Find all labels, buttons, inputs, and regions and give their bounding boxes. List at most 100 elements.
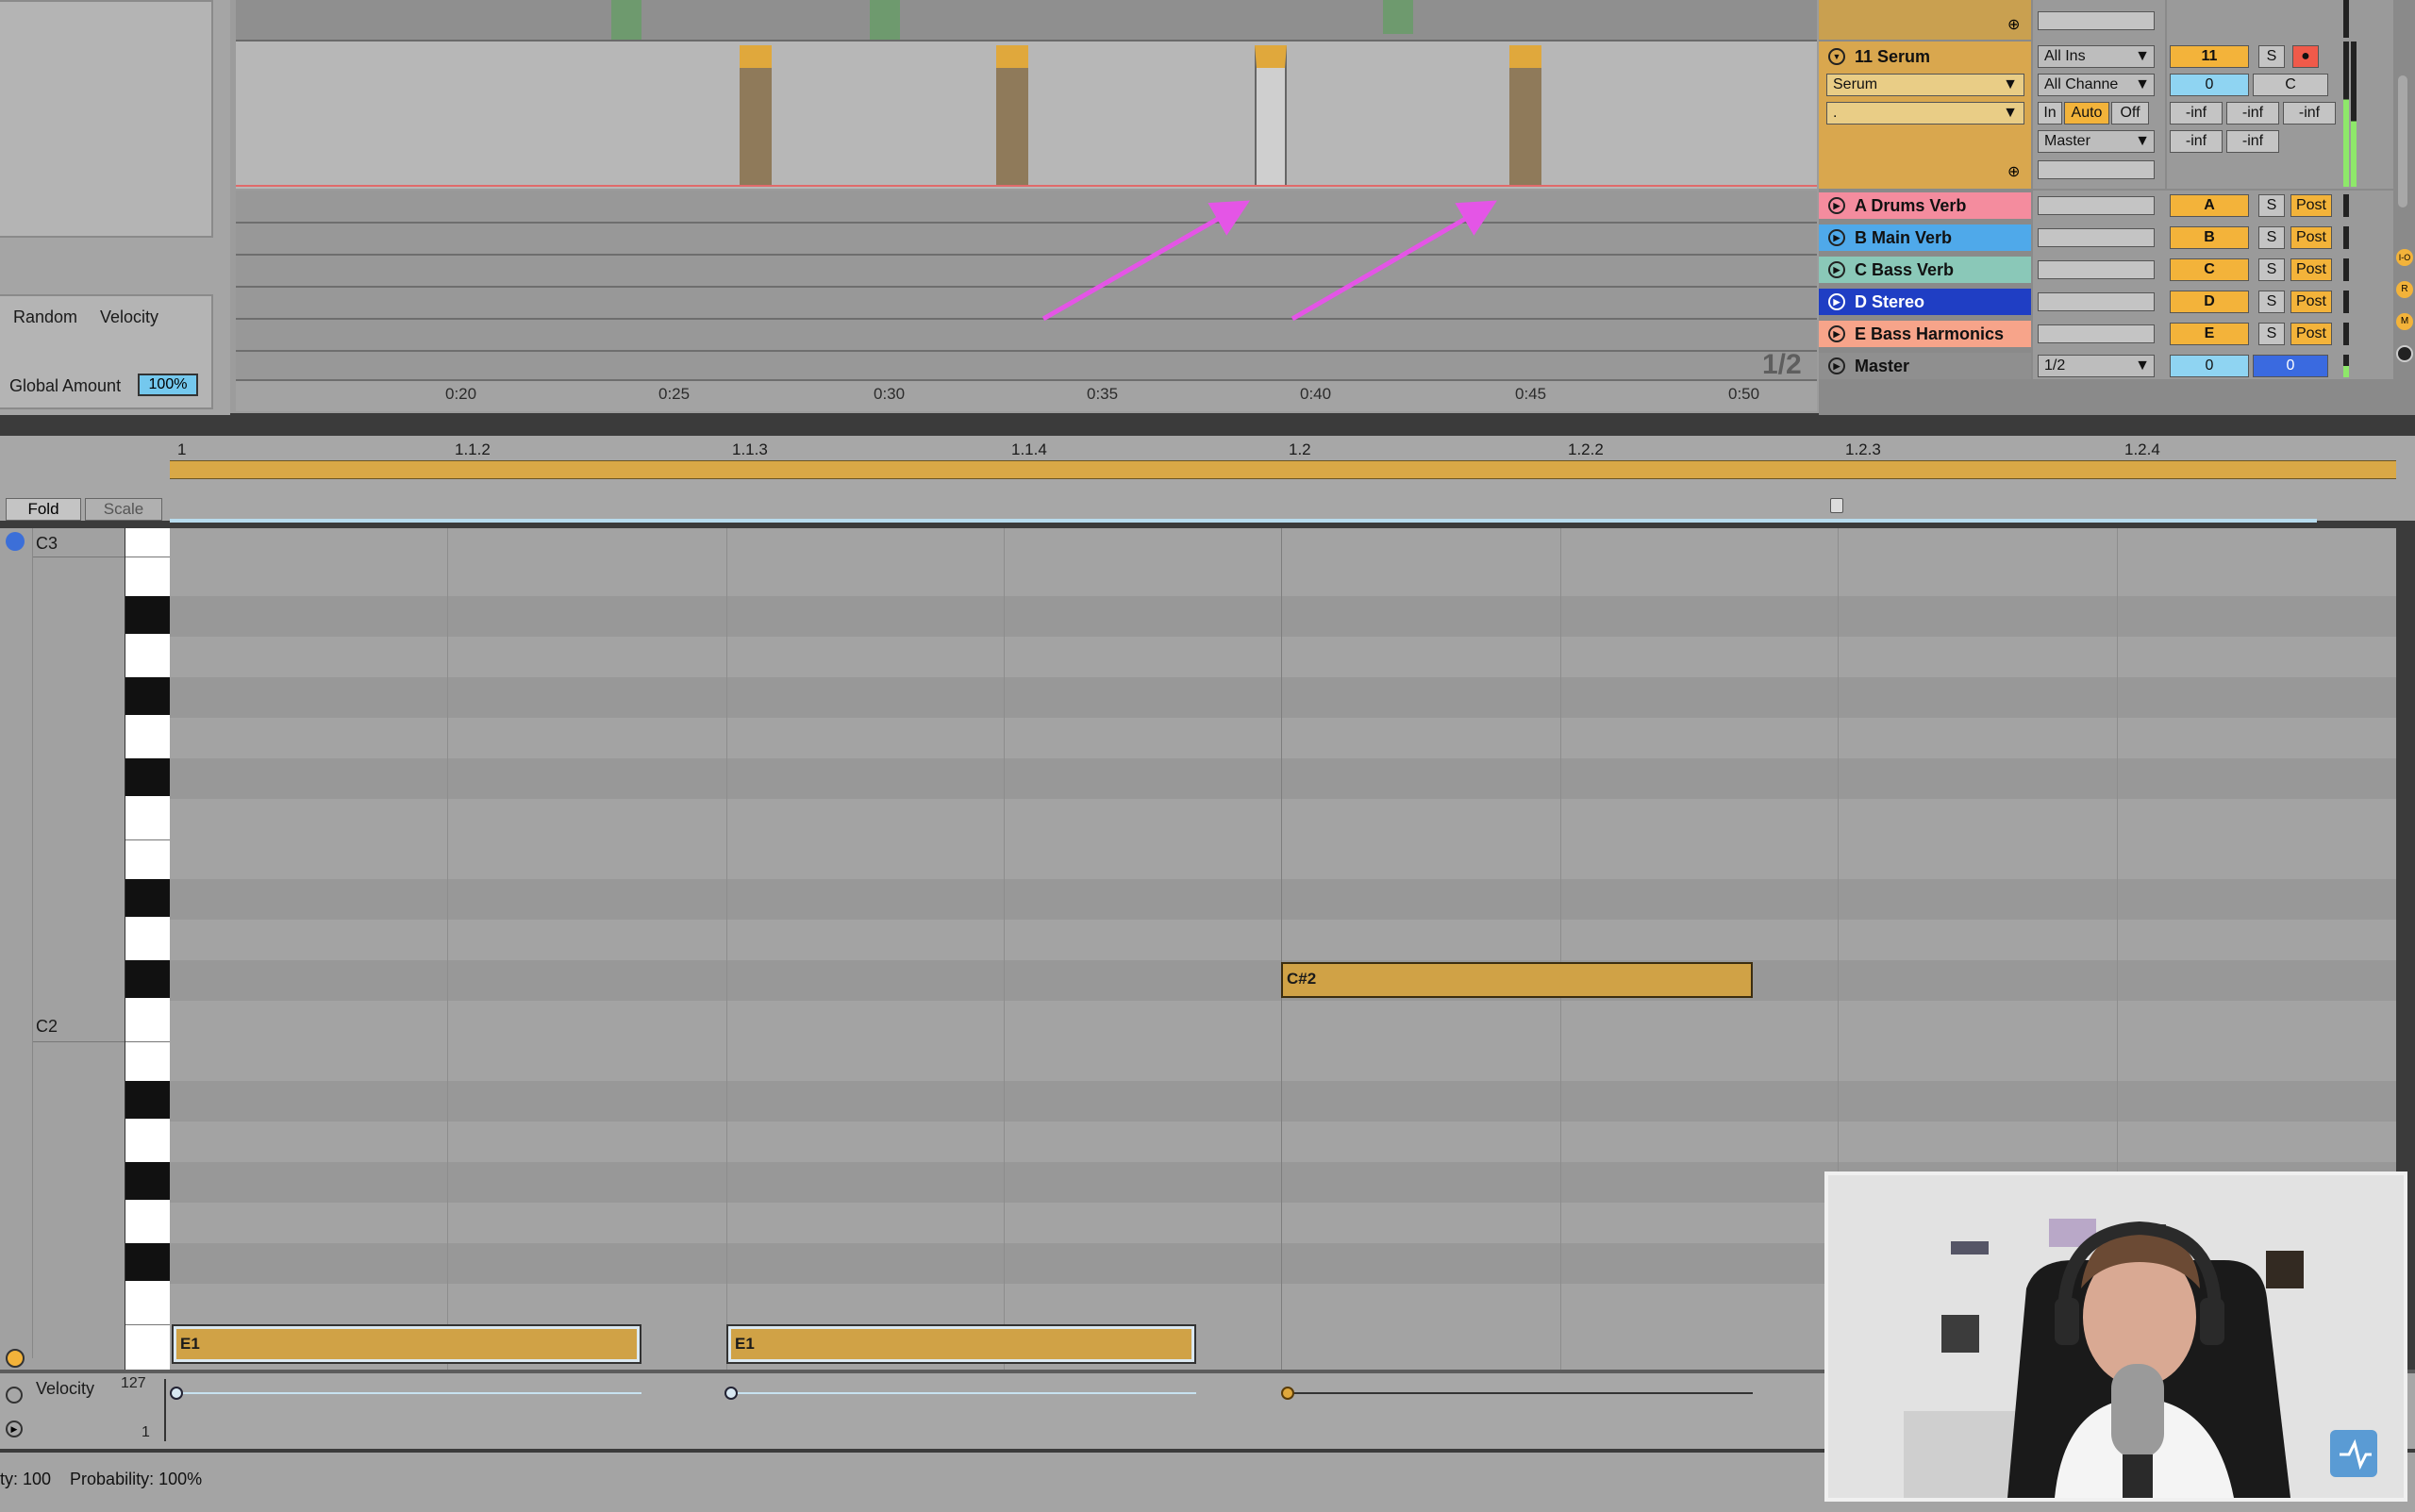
beat-label: 1.2.2 xyxy=(1568,440,1604,458)
return-solo-button[interactable]: S xyxy=(2258,323,2285,345)
velocity-bar[interactable] xyxy=(728,1392,1196,1394)
crossfader-toggle-button[interactable] xyxy=(2396,345,2413,362)
black-key[interactable] xyxy=(125,960,171,998)
time-label: 0:35 xyxy=(1087,385,1119,403)
black-key[interactable] xyxy=(125,1243,171,1281)
velocity-label[interactable]: Velocity xyxy=(100,307,158,327)
level-meter xyxy=(2343,323,2349,345)
return-io-slot[interactable] xyxy=(2038,228,2155,247)
velocity-handle[interactable] xyxy=(1281,1387,1294,1400)
beat-label: 1.1.3 xyxy=(732,440,768,458)
master-pan-field[interactable]: 0 xyxy=(2253,355,2328,377)
level-meter xyxy=(2343,0,2349,38)
return-io-slot[interactable] xyxy=(2038,324,2155,343)
black-key[interactable] xyxy=(125,1081,171,1119)
return-activator-button[interactable]: E xyxy=(2170,323,2249,345)
scale-button[interactable]: Scale xyxy=(85,498,162,521)
play-icon[interactable]: ▶ xyxy=(1828,325,1845,342)
chevron-down-icon: ▼ xyxy=(2003,76,2018,92)
return-mode-button[interactable]: Post xyxy=(2290,226,2332,249)
velocity-bar[interactable] xyxy=(174,1392,641,1394)
black-key[interactable] xyxy=(125,677,171,715)
return-track-e[interactable]: ▶ E Bass Harmonics xyxy=(1819,321,2031,347)
return-track-a[interactable]: ▶ A Drums Verb xyxy=(1819,192,2031,219)
pan-field[interactable]: C xyxy=(2253,74,2328,96)
velocity-handle[interactable] xyxy=(170,1387,183,1400)
return-io-slot[interactable] xyxy=(2038,292,2155,311)
output-name: Master xyxy=(2044,133,2090,149)
master-volume-field[interactable]: 0 xyxy=(2170,355,2249,377)
returns-toggle-button[interactable]: R xyxy=(2396,281,2413,298)
fold-button[interactable]: Fold xyxy=(6,498,81,521)
velocity-handle[interactable] xyxy=(724,1387,738,1400)
loop-brace[interactable] xyxy=(170,460,2396,479)
preview-toggle-icon[interactable] xyxy=(6,532,25,551)
return-mode-button[interactable]: Post xyxy=(2290,323,2332,345)
cue-dropdown[interactable]: 1/2 ▼ xyxy=(2038,355,2155,377)
black-key[interactable] xyxy=(125,879,171,917)
play-icon[interactable]: ▶ xyxy=(6,1421,23,1437)
add-icon[interactable]: ⊕ xyxy=(2007,162,2020,181)
output-dropdown[interactable]: Master ▼ xyxy=(2038,130,2155,153)
track-activator-button[interactable]: 11 xyxy=(2170,45,2249,68)
return-solo-button[interactable]: S xyxy=(2258,194,2285,217)
black-key[interactable] xyxy=(125,1162,171,1200)
return-io-slot[interactable] xyxy=(2038,260,2155,279)
return-solo-button[interactable]: S xyxy=(2258,291,2285,313)
mixer-scrollbar[interactable] xyxy=(2398,75,2407,208)
return-activator-button[interactable]: B xyxy=(2170,226,2249,249)
return-io-slot[interactable] xyxy=(2038,196,2155,215)
return-solo-button[interactable]: S xyxy=(2258,226,2285,249)
play-icon[interactable]: ▶ xyxy=(1828,229,1845,246)
fold-icon[interactable]: ▼ xyxy=(1828,48,1845,65)
chain-dropdown[interactable]: . ▼ xyxy=(1826,102,2024,125)
io-slot[interactable] xyxy=(2038,11,2155,30)
return-solo-button[interactable]: S xyxy=(2258,258,2285,281)
record-arm-button[interactable]: ● xyxy=(2292,45,2319,68)
input-type-dropdown[interactable]: All Ins ▼ xyxy=(2038,45,2155,68)
piano-roll-ruler[interactable] xyxy=(0,436,2415,523)
playhead-marker[interactable] xyxy=(1830,498,1843,513)
midi-note[interactable]: C#2 xyxy=(1281,962,1753,998)
return-track-d[interactable]: ▶ D Stereo xyxy=(1819,289,2031,315)
volume-field[interactable]: 0 xyxy=(2170,74,2249,96)
monitor-off-button[interactable]: Off xyxy=(2111,102,2149,125)
fold-toggle-icon[interactable] xyxy=(6,1349,25,1368)
io-slot[interactable] xyxy=(2038,160,2155,179)
device-panel xyxy=(0,0,213,238)
black-key[interactable] xyxy=(125,596,171,634)
play-icon[interactable]: ▶ xyxy=(1828,197,1845,214)
input-channel-dropdown[interactable]: All Channe ▼ xyxy=(2038,74,2155,96)
global-amount-value[interactable]: 100% xyxy=(138,374,198,396)
return-mode-button[interactable]: Post xyxy=(2290,258,2332,281)
return-activator-button[interactable]: D xyxy=(2170,291,2249,313)
midi-note-selected[interactable]: E1 xyxy=(172,1324,641,1364)
play-icon[interactable]: ▶ xyxy=(1828,357,1845,374)
return-track-c[interactable]: ▶ C Bass Verb xyxy=(1819,257,2031,283)
play-icon[interactable]: ▶ xyxy=(1828,293,1845,310)
monitor-auto-button[interactable]: Auto xyxy=(2064,102,2109,125)
add-icon[interactable]: ⊕ xyxy=(2007,15,2020,34)
lane-toggle-icon[interactable] xyxy=(6,1387,23,1404)
io-toggle-button[interactable]: I-O xyxy=(2396,249,2413,266)
return-mode-button[interactable]: Post xyxy=(2290,194,2332,217)
monitor-in-button[interactable]: In xyxy=(2038,102,2062,125)
mixer-toggle-button[interactable]: M xyxy=(2396,313,2413,330)
velocity-bar[interactable] xyxy=(1285,1392,1753,1394)
piano-keyboard[interactable] xyxy=(125,528,171,1370)
return-activator-button[interactable]: C xyxy=(2170,258,2249,281)
midi-note-selected[interactable]: E1 xyxy=(726,1324,1196,1364)
level-meter xyxy=(2343,226,2349,249)
random-label[interactable]: Random xyxy=(13,307,77,327)
serum-track-title[interactable]: ▼ 11 Serum xyxy=(1819,43,2031,70)
return-track-b[interactable]: ▶ B Main Verb xyxy=(1819,224,2031,251)
instrument-dropdown[interactable]: Serum ▼ xyxy=(1826,74,2024,96)
return-mode-button[interactable]: Post xyxy=(2290,291,2332,313)
black-key[interactable] xyxy=(125,758,171,796)
play-icon[interactable]: ▶ xyxy=(1828,261,1845,278)
instrument-name: Serum xyxy=(1833,76,1878,92)
return-activator-button[interactable]: A xyxy=(2170,194,2249,217)
solo-button[interactable]: S xyxy=(2258,45,2285,68)
level-meter xyxy=(2351,42,2357,187)
master-track[interactable]: ▶ Master xyxy=(1819,353,2031,379)
